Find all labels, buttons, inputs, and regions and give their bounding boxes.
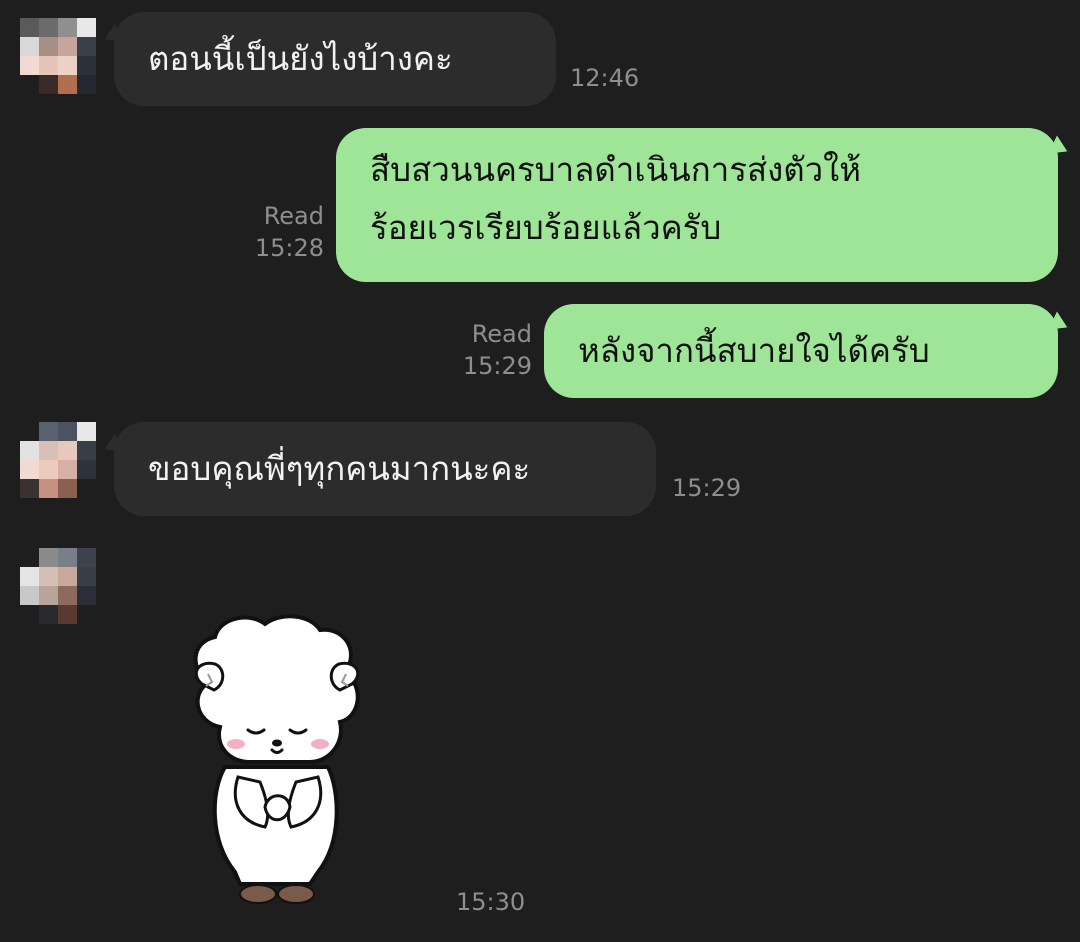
message-read-status: Read 15:28 bbox=[232, 200, 324, 264]
incoming-message-bubble[interactable]: ตอนนี้เป็นยังไงบ้างคะ bbox=[114, 12, 556, 106]
outgoing-message-bubble[interactable]: สืบสวนนครบาลดำเนินการส่งตัวให้ ร้อยเวรเร… bbox=[336, 128, 1058, 282]
message-read-status: Read 15:29 bbox=[440, 318, 532, 382]
contact-avatar-icon[interactable] bbox=[20, 18, 96, 94]
message-text-line-2: ร้อยเวรเรียบร้อยแล้วครับ bbox=[370, 208, 722, 247]
message-time: 15:29 bbox=[462, 352, 532, 380]
read-label: Read bbox=[471, 320, 532, 348]
message-time: 15:30 bbox=[456, 888, 526, 916]
message-text: ตอนนี้เป็นยังไงบ้างคะ bbox=[148, 39, 453, 78]
message-text-line-1: สืบสวนนครบาลดำเนินการส่งตัวให้ bbox=[370, 150, 862, 189]
read-label: Read bbox=[263, 202, 324, 230]
message-text: ขอบคุณพี่ๆทุกคนมากนะคะ bbox=[148, 449, 531, 488]
contact-avatar-icon[interactable] bbox=[20, 548, 96, 624]
contact-avatar-icon[interactable] bbox=[20, 422, 96, 498]
bowing-sheep-sticker-icon[interactable] bbox=[180, 612, 380, 912]
message-time: 15:28 bbox=[254, 234, 324, 262]
message-time: 15:29 bbox=[672, 474, 742, 502]
message-text: หลังจากนี้สบายใจได้ครับ bbox=[578, 331, 930, 370]
incoming-message-bubble[interactable]: ขอบคุณพี่ๆทุกคนมากนะคะ bbox=[114, 422, 656, 516]
message-time: 12:46 bbox=[570, 64, 640, 92]
outgoing-message-bubble[interactable]: หลังจากนี้สบายใจได้ครับ bbox=[544, 304, 1058, 398]
chat-message-list[interactable]: ตอนนี้เป็นยังไงบ้างคะ 12:46 Read 15:28 ส… bbox=[0, 0, 1080, 942]
